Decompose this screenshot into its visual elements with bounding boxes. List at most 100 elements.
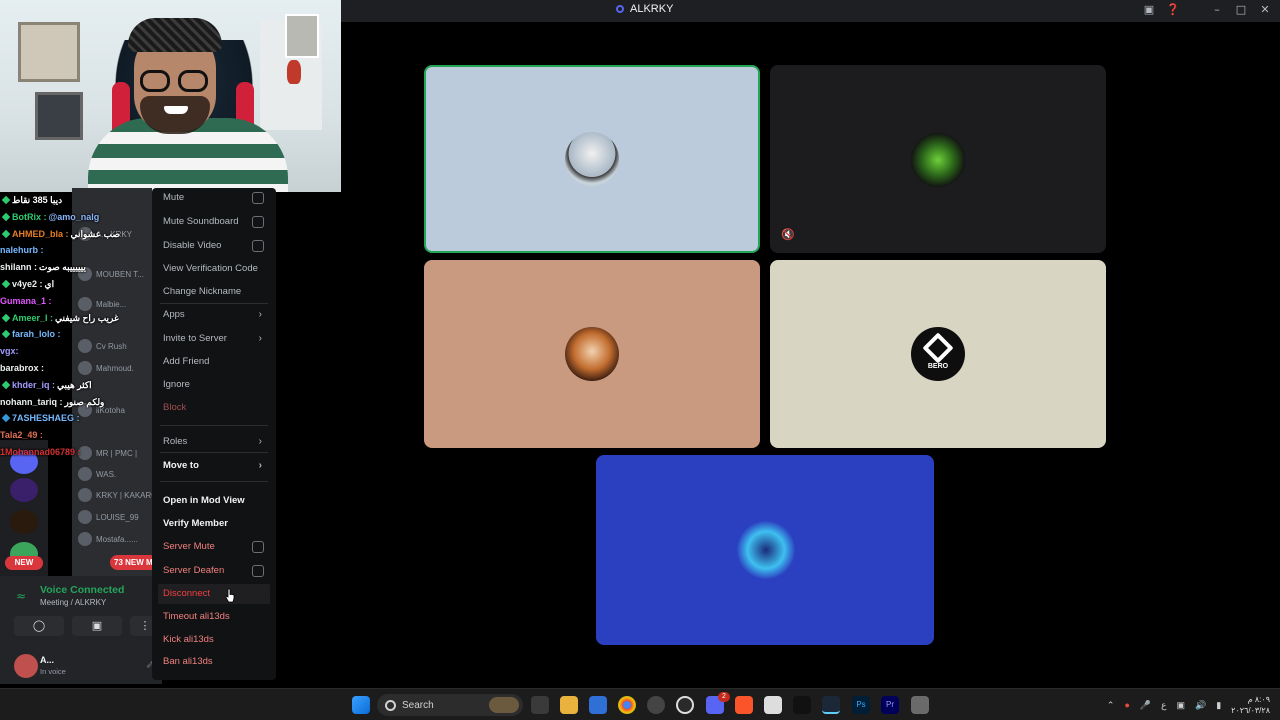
voice-channel-path[interactable]: Meeting / ALKRKY [40,598,106,607]
new-mentions-pill[interactable]: 73 NEW MI [110,555,158,570]
menu-item-mute-soundboard[interactable]: Mute Soundboard [158,212,270,232]
windows-start-icon[interactable] [352,696,370,714]
menu-item-mute[interactable]: Mute [158,188,270,208]
menu-item-apps[interactable]: Apps › [158,305,270,325]
chat-message: AHMED_bla : صب عشواني [0,226,152,243]
menu-item-ignore[interactable]: Ignore [158,375,270,395]
clock[interactable]: ٨:٠٩ م ٢٠٢٦/٠٣/٢٨ [1231,694,1270,716]
screen-share-button[interactable]: ▣ [72,616,122,636]
notification-badge: 2 [718,692,730,702]
vase [287,60,301,84]
language-indicator-icon[interactable]: ع [1161,700,1166,711]
app-icon[interactable] [764,696,782,714]
menu-item-view-verification-code[interactable]: View Verification Code [158,259,270,279]
participant-avatar [565,132,619,186]
store-icon[interactable] [589,696,607,714]
menu-item-verify-member[interactable]: Verify Member [158,514,270,534]
close-icon[interactable]: ✕ [1258,2,1272,18]
tray-app-icon[interactable]: ● [1124,700,1129,710]
video-tile[interactable]: BERO [770,260,1106,448]
glasses [140,70,210,92]
settings-icon[interactable] [676,696,694,714]
muted-mic-icon: 🔇 [781,228,795,241]
menu-item-disconnect[interactable]: Disconnect [158,584,270,604]
help-icon[interactable]: ❓ [1166,2,1180,18]
steam-icon[interactable] [822,696,840,714]
video-tile-speaking[interactable] [424,65,760,253]
microphone-icon[interactable]: 🎤 [1140,700,1151,711]
new-badge[interactable]: NEW [5,556,43,570]
chevron-up-icon[interactable]: ⌃ [1107,700,1115,711]
window-title-text: ALKRKY [630,3,674,15]
participant-avatar [565,327,619,381]
inbox-icon[interactable]: ▣ [1142,2,1156,18]
file-explorer-icon[interactable] [560,696,578,714]
checkbox[interactable] [252,541,264,553]
discord-taskbar-icon[interactable]: 2 [706,692,730,714]
menu-item-server-mute[interactable]: Server Mute [158,537,270,557]
capcut-icon[interactable] [793,696,811,714]
video-tile[interactable]: 🔇 [770,65,1106,253]
menu-item-disable-video[interactable]: Disable Video [158,236,270,256]
menu-item-add-friend[interactable]: Add Friend [158,352,270,372]
volume-icon[interactable]: 🔊 [1195,700,1206,711]
chevron-right-icon: › [258,436,262,447]
chat-message: 1Mohannad06789 : [0,446,81,457]
brave-icon[interactable] [735,696,753,714]
search-icon [385,699,396,711]
server-icon[interactable] [10,510,38,534]
member-row[interactable]: WAS. [78,466,152,482]
badge-icon [1,195,11,205]
badge-icon [1,212,11,222]
task-view-icon[interactable] [531,696,549,714]
badge-icon [1,414,11,423]
menu-item-roles[interactable]: Roles › [158,432,270,452]
avatar [78,467,92,481]
checkbox[interactable] [252,192,264,204]
avatar [14,654,38,678]
minimize-icon[interactable]: – [1210,2,1224,18]
menu-item-block[interactable]: Block [158,398,270,418]
chrome-icon[interactable] [618,696,636,714]
menu-item-change-nickname[interactable]: Change Nickname [158,282,270,302]
badge-icon [1,380,11,390]
video-tile[interactable] [596,455,934,645]
menu-item-invite-to-server[interactable]: Invite to Server › [158,329,270,349]
premiere-icon[interactable]: Pr [881,696,899,714]
chat-message: vgx: [0,346,19,357]
user-panel[interactable]: A... In voice 🎤 [10,654,160,680]
maximize-icon[interactable]: □ [1234,2,1248,18]
checkbox[interactable] [252,240,264,252]
app-icon[interactable] [911,696,929,714]
taskbar-search[interactable]: Search [377,694,523,716]
network-icon[interactable]: ▣ [1176,700,1185,711]
menu-divider [160,425,268,426]
chat-message: khder_iq : اكثر هيبي [0,377,152,394]
member-row[interactable]: KRKY | KAKARO [78,487,152,503]
member-row[interactable]: LOUISE_99 [78,509,152,525]
member-row[interactable]: Mostafa...... [78,531,152,547]
battery-icon[interactable]: ▮ [1216,700,1221,711]
server-icon[interactable] [10,478,38,502]
menu-item-ban[interactable]: Ban ali13ds [158,652,270,672]
bero-logo-icon [922,332,954,364]
taskbar: Search 2 Ps Pr ⌃ ● 🎤 ع ▣ 🔊 ▮ ٨:٠٩ م ٢٠٢٦… [0,688,1280,720]
chat-message: shilann : ييييييبه صوت [0,262,86,273]
checkbox[interactable] [252,565,264,577]
photoshop-icon[interactable]: Ps [852,696,870,714]
chat-message: BotRix : @amo_nalg [0,209,152,226]
menu-item-kick[interactable]: Kick ali13ds [158,630,270,650]
checkbox[interactable] [252,216,264,228]
camera-off-button[interactable]: ◯ [14,616,64,636]
title-bar: ALKRKY ▣ ❓ – □ ✕ [341,0,1280,22]
menu-item-server-deafen[interactable]: Server Deafen [158,561,270,581]
participant-avatar: BERO [911,327,965,381]
menu-item-timeout[interactable]: Timeout ali13ds [158,607,270,627]
menu-item-move-to[interactable]: Move to › [158,456,270,476]
app-icon[interactable] [647,696,665,714]
video-tile[interactable] [424,260,760,448]
menu-item-open-in-mod-view[interactable]: Open in Mod View [158,491,270,511]
chat-message: Tala2_49 : [0,430,43,441]
mouth [164,106,188,114]
menu-divider [160,452,268,453]
